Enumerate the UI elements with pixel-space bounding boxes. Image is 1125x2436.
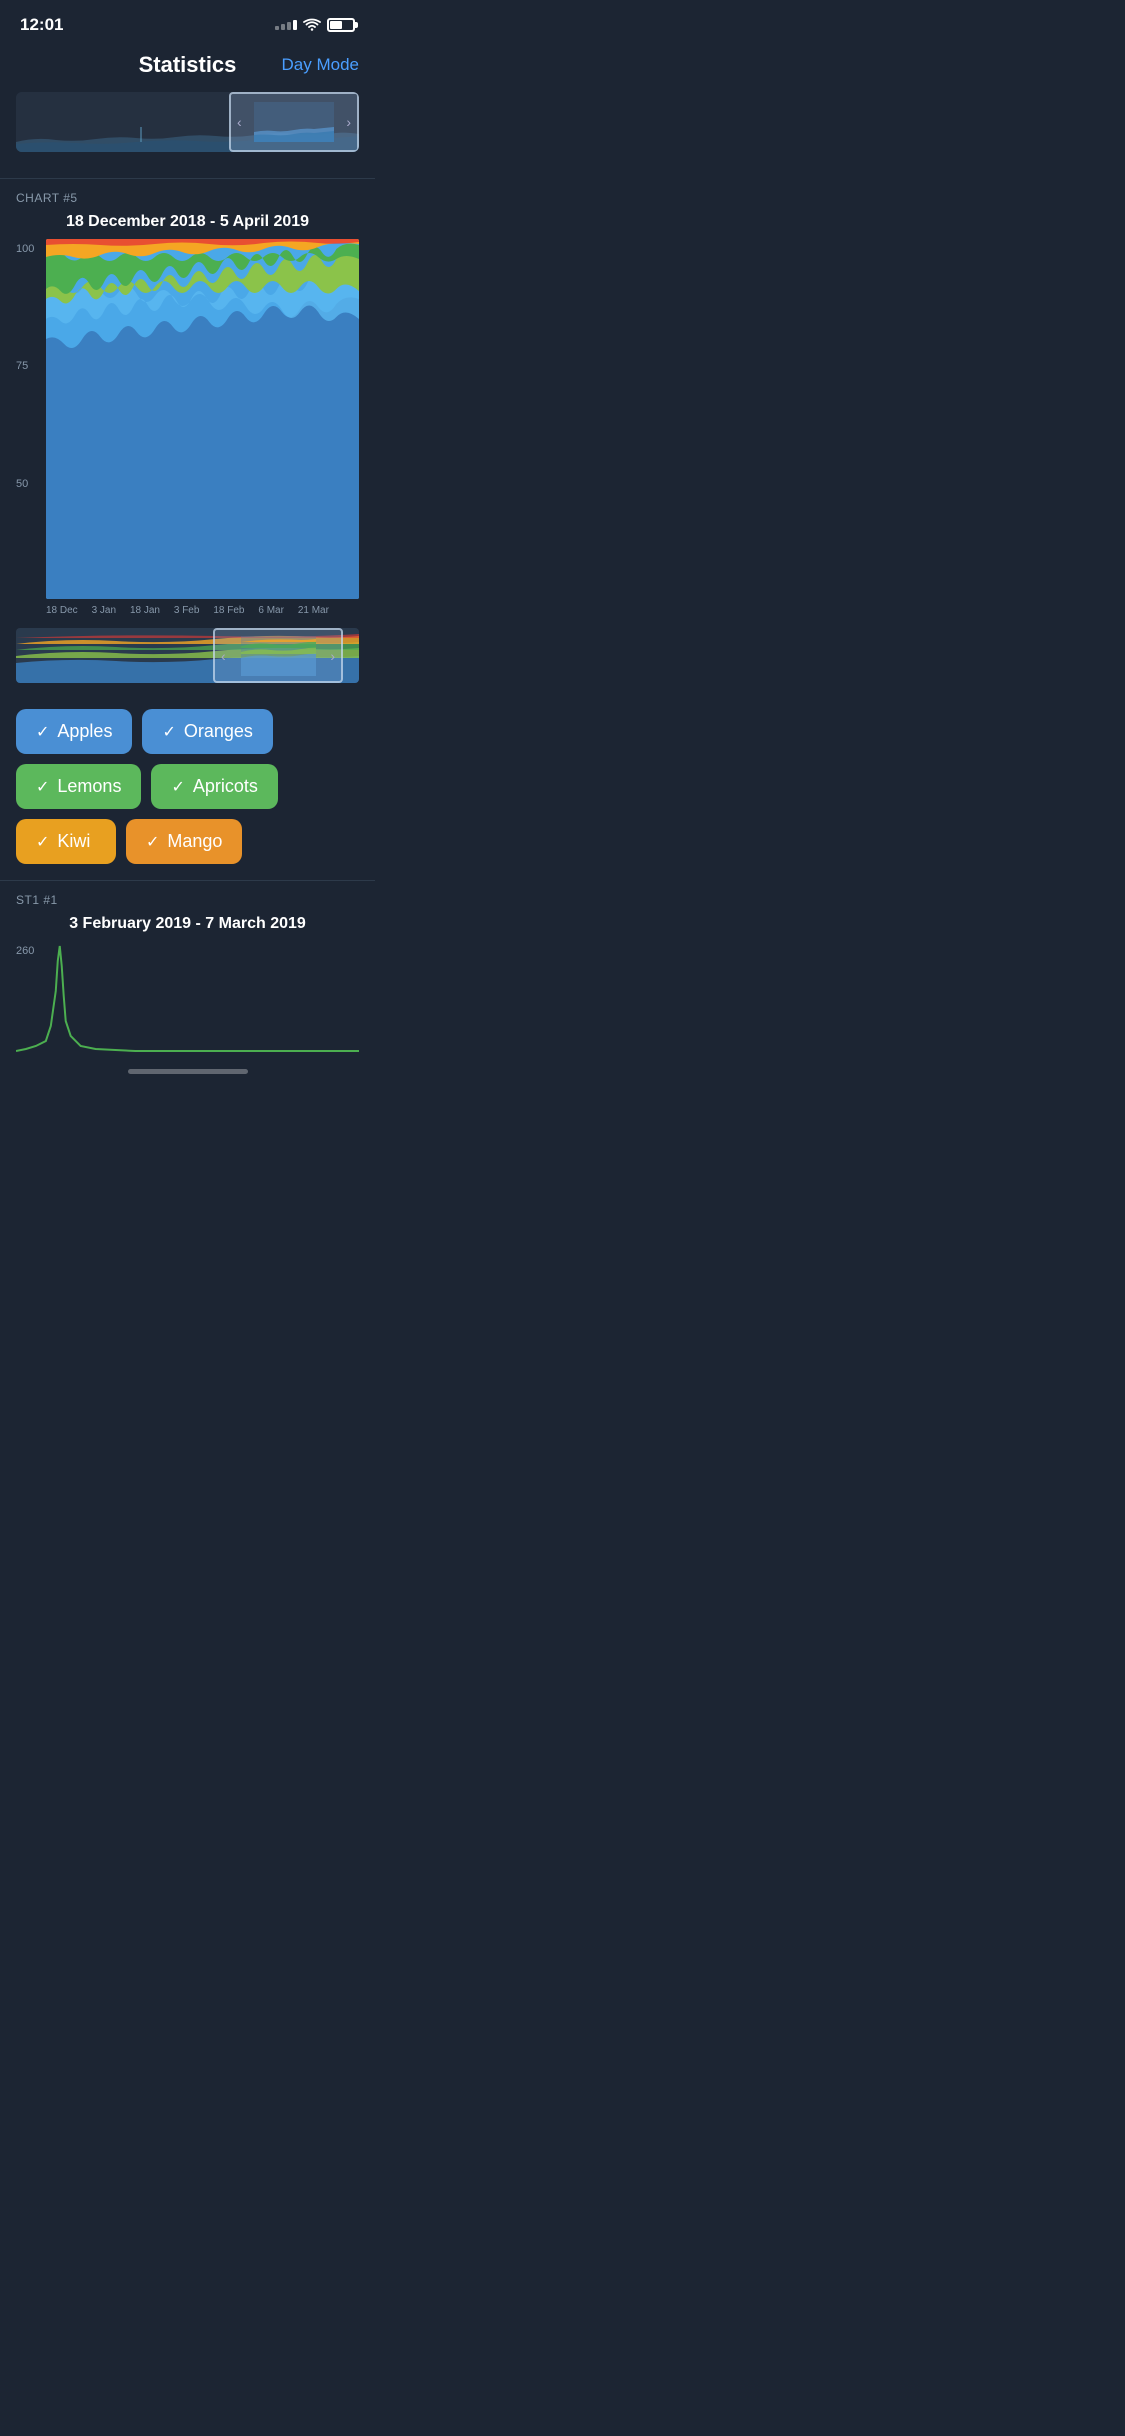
x-label-5: 18 Feb bbox=[213, 605, 244, 616]
bottom-mini-chart: ‹ › bbox=[0, 628, 375, 693]
y-label-100: 100 bbox=[16, 243, 34, 255]
filter-apricots[interactable]: ✓ Apricots bbox=[151, 764, 277, 809]
filter-oranges[interactable]: ✓ Oranges bbox=[142, 709, 272, 754]
filter-apples-label: Apples bbox=[57, 721, 112, 742]
selector-right-arrow[interactable]: › bbox=[346, 114, 351, 130]
x-label-3: 18 Jan bbox=[130, 605, 160, 616]
check-icon-oranges: ✓ bbox=[162, 722, 175, 742]
bottom-selector-left-arrow[interactable]: ‹ bbox=[221, 648, 226, 664]
filter-buttons-container: ✓ Apples ✓ Oranges ✓ Lemons ✓ Apricots ✓… bbox=[0, 709, 375, 880]
bottom-mini-chart-bg: ‹ › bbox=[16, 628, 359, 683]
x-label-1: 18 Dec bbox=[46, 605, 78, 616]
y-label-75: 75 bbox=[16, 360, 34, 372]
divider-1 bbox=[0, 178, 375, 179]
status-bar: 12:01 bbox=[0, 0, 375, 44]
bottom-chart-selector[interactable]: ‹ › bbox=[213, 628, 343, 683]
y-label-50: 50 bbox=[16, 478, 34, 490]
wifi-icon bbox=[303, 18, 321, 32]
filter-lemons[interactable]: ✓ Lemons bbox=[16, 764, 141, 809]
top-mini-chart: ‹ › bbox=[0, 92, 375, 162]
status-icons bbox=[275, 18, 355, 32]
x-label-2: 3 Jan bbox=[92, 605, 116, 616]
filter-kiwi-label: Kiwi bbox=[57, 831, 90, 852]
bottom-selector-right-arrow[interactable]: › bbox=[330, 648, 335, 664]
check-icon-kiwi: ✓ bbox=[36, 832, 49, 852]
filter-mango-label: Mango bbox=[167, 831, 222, 852]
section2-label: ST1 #1 bbox=[16, 893, 359, 907]
check-icon-mango: ✓ bbox=[146, 832, 159, 852]
x-label-4: 3 Feb bbox=[174, 605, 200, 616]
header: Statistics Day Mode bbox=[0, 44, 375, 92]
section2-date-range: 3 February 2019 - 7 March 2019 bbox=[16, 915, 359, 933]
filter-oranges-label: Oranges bbox=[184, 721, 253, 742]
mini-chart-background: ‹ › bbox=[16, 92, 359, 152]
home-indicator bbox=[0, 1061, 375, 1080]
chart-svg bbox=[46, 239, 359, 599]
filter-apples[interactable]: ✓ Apples bbox=[16, 709, 132, 754]
signal-icon bbox=[275, 20, 297, 30]
section2-chart-svg bbox=[16, 941, 359, 1061]
y-axis: 100 75 50 bbox=[16, 239, 34, 599]
selector-left-arrow[interactable]: ‹ bbox=[237, 114, 242, 130]
chart-area bbox=[46, 239, 359, 599]
x-axis: 18 Dec 3 Jan 18 Jan 3 Feb 18 Feb 6 Mar 2… bbox=[16, 599, 359, 616]
filter-apricots-label: Apricots bbox=[193, 776, 258, 797]
chart5-section: CHART #5 18 December 2018 - 5 April 2019… bbox=[0, 191, 375, 616]
x-label-6: 6 Mar bbox=[258, 605, 284, 616]
section2-y-label: 260 bbox=[16, 941, 34, 957]
main-chart: 100 75 50 bbox=[16, 239, 359, 599]
top-chart-selector[interactable]: ‹ › bbox=[229, 92, 359, 152]
section2: ST1 #1 3 February 2019 - 7 March 2019 26… bbox=[0, 893, 375, 1061]
status-time: 12:01 bbox=[20, 15, 63, 35]
battery-icon bbox=[327, 18, 355, 32]
page-title: Statistics bbox=[139, 52, 237, 78]
x-label-7: 21 Mar bbox=[298, 605, 329, 616]
check-icon-apricots: ✓ bbox=[171, 777, 184, 797]
section2-chart: 260 bbox=[16, 941, 359, 1061]
filter-kiwi[interactable]: ✓ Kiwi bbox=[16, 819, 116, 864]
home-bar bbox=[128, 1069, 248, 1074]
chart5-date-range: 18 December 2018 - 5 April 2019 bbox=[16, 213, 359, 231]
filter-lemons-label: Lemons bbox=[57, 776, 121, 797]
check-icon-lemons: ✓ bbox=[36, 777, 49, 797]
day-mode-button[interactable]: Day Mode bbox=[282, 55, 359, 75]
divider-2 bbox=[0, 880, 375, 881]
check-icon-apples: ✓ bbox=[36, 722, 49, 742]
chart5-label: CHART #5 bbox=[16, 191, 359, 205]
filter-mango[interactable]: ✓ Mango bbox=[126, 819, 242, 864]
